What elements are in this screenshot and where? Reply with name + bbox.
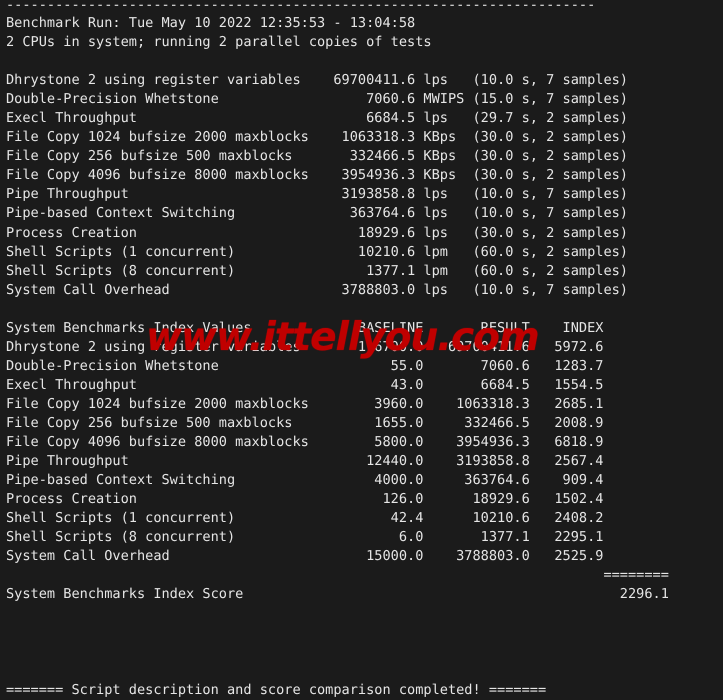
index-line-5: File Copy 4096 bufsize 8000 maxblocks 58…	[6, 434, 604, 451]
result-line-3: File Copy 1024 bufsize 2000 maxblocks 10…	[6, 129, 628, 146]
blank-line-2	[6, 300, 723, 319]
result-line-9: Shell Scripts (1 concurrent) 10210.6 lpm…	[6, 243, 628, 260]
footer-line: ======= Script description and score com…	[6, 681, 547, 698]
terminal-window: ----------------------------------------…	[0, 0, 723, 698]
index-header-line: System Benchmarks Index Values BASELINE …	[6, 319, 604, 336]
blank-line-6	[6, 662, 723, 681]
index-line-7: Pipe-based Context Switching 4000.0 3637…	[6, 472, 604, 489]
index-line-10: Shell Scripts (8 concurrent) 6.0 1377.1 …	[6, 529, 604, 546]
benchmark-run-line: Benchmark Run: Tue May 10 2022 12:35:53 …	[6, 15, 416, 31]
index-line-2: Execl Throughput 43.0 6684.5 1554.5	[6, 376, 604, 393]
cpu-info-line: 2 CPUs in system; running 2 parallel cop…	[6, 34, 432, 51]
result-line-6: Pipe Throughput 3193858.8 lps (10.0 s, 7…	[6, 186, 628, 203]
blank-line-3	[6, 604, 723, 623]
index-score-line: System Benchmarks Index Score 2296.1	[6, 586, 669, 603]
index-line-6: Pipe Throughput 12440.0 3193858.8 2567.4	[6, 453, 604, 470]
score-separator-rule: ========	[6, 567, 669, 584]
index-line-11: System Call Overhead 15000.0 3788803.0 2…	[6, 548, 604, 565]
result-line-5: File Copy 4096 bufsize 8000 maxblocks 39…	[6, 167, 628, 184]
index-line-9: Shell Scripts (1 concurrent) 42.4 10210.…	[6, 510, 604, 527]
index-line-8: Process Creation 126.0 18929.6 1502.4	[6, 491, 604, 508]
blank-line-1	[6, 52, 723, 71]
result-line-10: Shell Scripts (8 concurrent) 1377.1 lpm …	[6, 262, 628, 279]
blank-line-5	[6, 643, 723, 662]
result-line-2: Execl Throughput 6684.5 lps (29.7 s, 2 s…	[6, 110, 628, 127]
result-line-8: Process Creation 18929.6 lps (30.0 s, 2 …	[6, 224, 628, 241]
result-line-0: Dhrystone 2 using register variables 697…	[6, 72, 628, 89]
blank-line-4	[6, 624, 723, 643]
index-line-3: File Copy 1024 bufsize 2000 maxblocks 39…	[6, 395, 604, 412]
result-line-1: Double-Precision Whetstone 7060.6 MWIPS …	[6, 91, 628, 108]
top-separator-rule: ----------------------------------------…	[6, 0, 596, 13]
result-line-4: File Copy 256 bufsize 500 maxblocks 3324…	[6, 148, 628, 165]
index-line-1: Double-Precision Whetstone 55.0 7060.6 1…	[6, 357, 604, 374]
terminal-output[interactable]: ----------------------------------------…	[6, 0, 723, 700]
result-line-11: System Call Overhead 3788803.0 lps (10.0…	[6, 281, 628, 298]
index-line-4: File Copy 256 bufsize 500 maxblocks 1655…	[6, 414, 604, 431]
result-line-7: Pipe-based Context Switching 363764.6 lp…	[6, 205, 628, 222]
index-line-0: Dhrystone 2 using register variables 116…	[6, 338, 604, 355]
